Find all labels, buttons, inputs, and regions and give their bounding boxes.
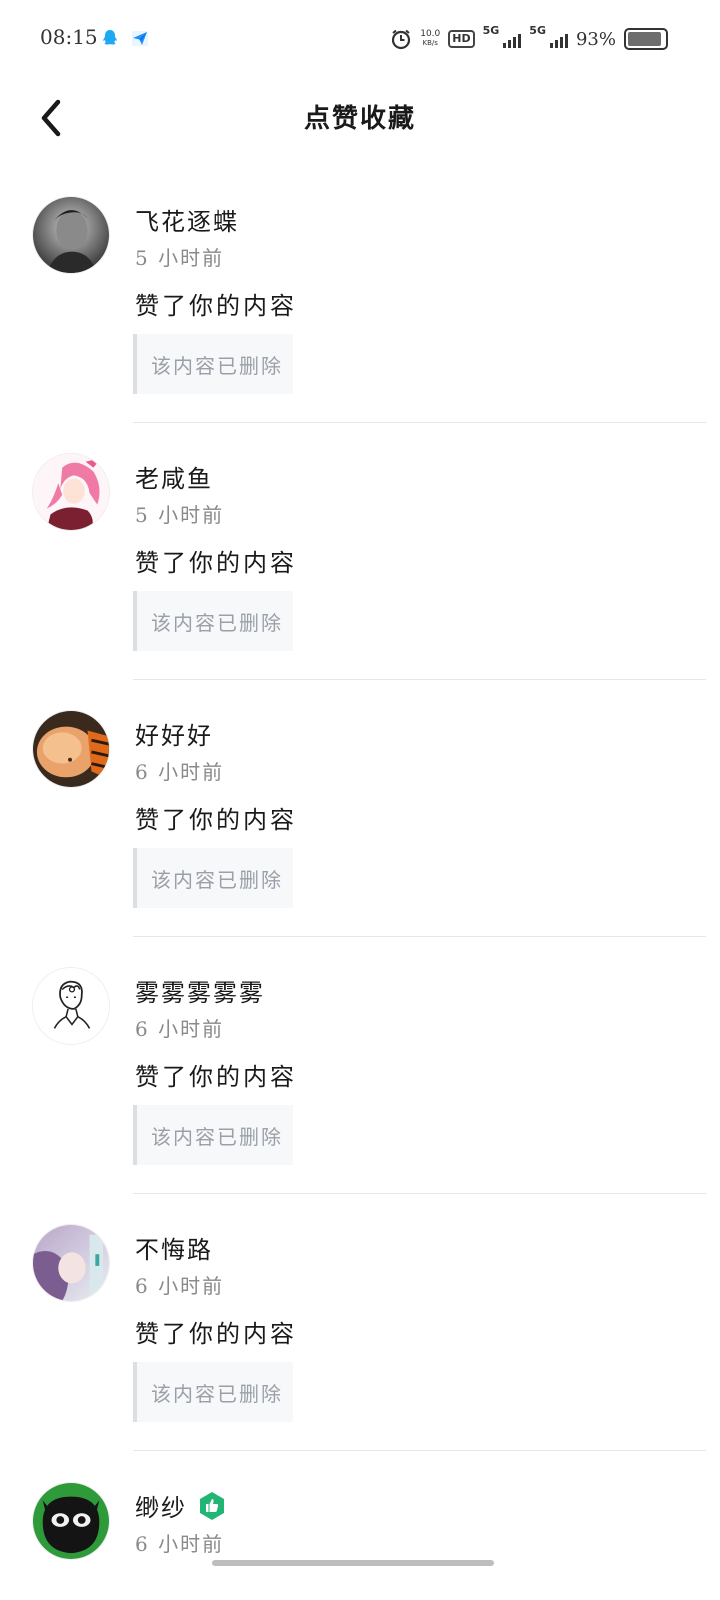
sim2-signal-icon [549, 30, 568, 48]
content-preview-text: 该内容已删除 [151, 610, 283, 635]
sim2-network-label: 5G [529, 24, 546, 37]
timestamp: 6 小时前 [135, 760, 225, 784]
notification-item[interactable]: 不悔路 6 小时前 赞了你的内容 该内容已删除 [0, 1224, 720, 1482]
user-avatar[interactable] [32, 967, 110, 1045]
timestamp: 6 小时前 [135, 1532, 225, 1556]
action-text: 赞了你的内容 [135, 549, 297, 577]
user-avatar[interactable] [32, 196, 110, 274]
divider [133, 936, 706, 937]
status-icons: 10.0 KB/s HD 5G 5G 93% [390, 24, 668, 54]
alarm-icon [392, 29, 411, 50]
username[interactable]: 缈纱 [135, 1488, 227, 1523]
content-preview[interactable]: 该内容已删除 [133, 848, 293, 908]
action-text: 赞了你的内容 [135, 292, 297, 320]
content-preview[interactable]: 该内容已删除 [133, 1105, 293, 1165]
content-preview[interactable]: 该内容已删除 [133, 334, 293, 394]
username[interactable]: 雾雾雾雾雾 [135, 973, 265, 1008]
user-avatar[interactable] [32, 1482, 110, 1560]
content-preview-text: 该内容已删除 [151, 1381, 283, 1406]
plane-app-icon [132, 31, 148, 46]
username[interactable]: 老咸鱼 [135, 459, 213, 494]
status-bar: 08:15 10.0 KB/s HD 5G 5G 93% [0, 0, 720, 78]
divider [133, 679, 706, 680]
timestamp: 5 小时前 [135, 246, 225, 270]
user-avatar[interactable] [32, 453, 110, 531]
battery-icon [624, 28, 668, 50]
sim1-network-label: 5G [482, 24, 500, 37]
timestamp: 6 小时前 [135, 1017, 225, 1041]
content-preview[interactable]: 该内容已删除 [133, 1362, 293, 1422]
top-bar: 点赞收藏 [0, 78, 720, 158]
user-avatar[interactable] [32, 1224, 110, 1302]
action-text: 赞了你的内容 [135, 1320, 297, 1348]
battery-percentage: 93% [575, 28, 616, 50]
content-preview-text: 该内容已删除 [151, 353, 283, 378]
qq-icon [103, 30, 117, 45]
home-indicator[interactable] [212, 1560, 494, 1566]
username[interactable]: 不悔路 [135, 1230, 213, 1265]
notification-item[interactable]: 雾雾雾雾雾 6 小时前 赞了你的内容 该内容已删除 [0, 967, 720, 1225]
username[interactable]: 好好好 [135, 716, 213, 751]
page-title: 点赞收藏 [303, 104, 416, 134]
username[interactable]: 飞花逐蝶 [135, 202, 239, 237]
content-preview-text: 该内容已删除 [151, 867, 283, 892]
notification-item[interactable]: 缈纱 6 小时前 [0, 1482, 720, 1600]
user-avatar[interactable] [32, 710, 110, 788]
notification-item[interactable]: 好好好 6 小时前 赞了你的内容 该内容已删除 [0, 710, 720, 968]
sim1-signal-icon [503, 30, 522, 48]
net-speed: 10.0 KB/s [420, 29, 441, 48]
action-text: 赞了你的内容 [135, 1063, 297, 1091]
notification-item[interactable]: 飞花逐蝶 5 小时前 赞了你的内容 该内容已删除 [0, 196, 720, 454]
content-preview-text: 该内容已删除 [151, 1124, 283, 1149]
notification-item[interactable]: 老咸鱼 5 小时前 赞了你的内容 该内容已删除 [0, 453, 720, 711]
divider [133, 1450, 706, 1451]
content-preview[interactable]: 该内容已删除 [133, 591, 293, 651]
divider [133, 422, 706, 423]
hd-voice-icon: HD [448, 30, 475, 48]
action-text: 赞了你的内容 [135, 806, 297, 834]
status-time: 08:15 [40, 25, 98, 49]
thumbs-up-badge-icon [200, 1491, 224, 1520]
timestamp: 5 小时前 [135, 503, 225, 527]
timestamp: 6 小时前 [135, 1274, 225, 1298]
divider [133, 1193, 706, 1194]
